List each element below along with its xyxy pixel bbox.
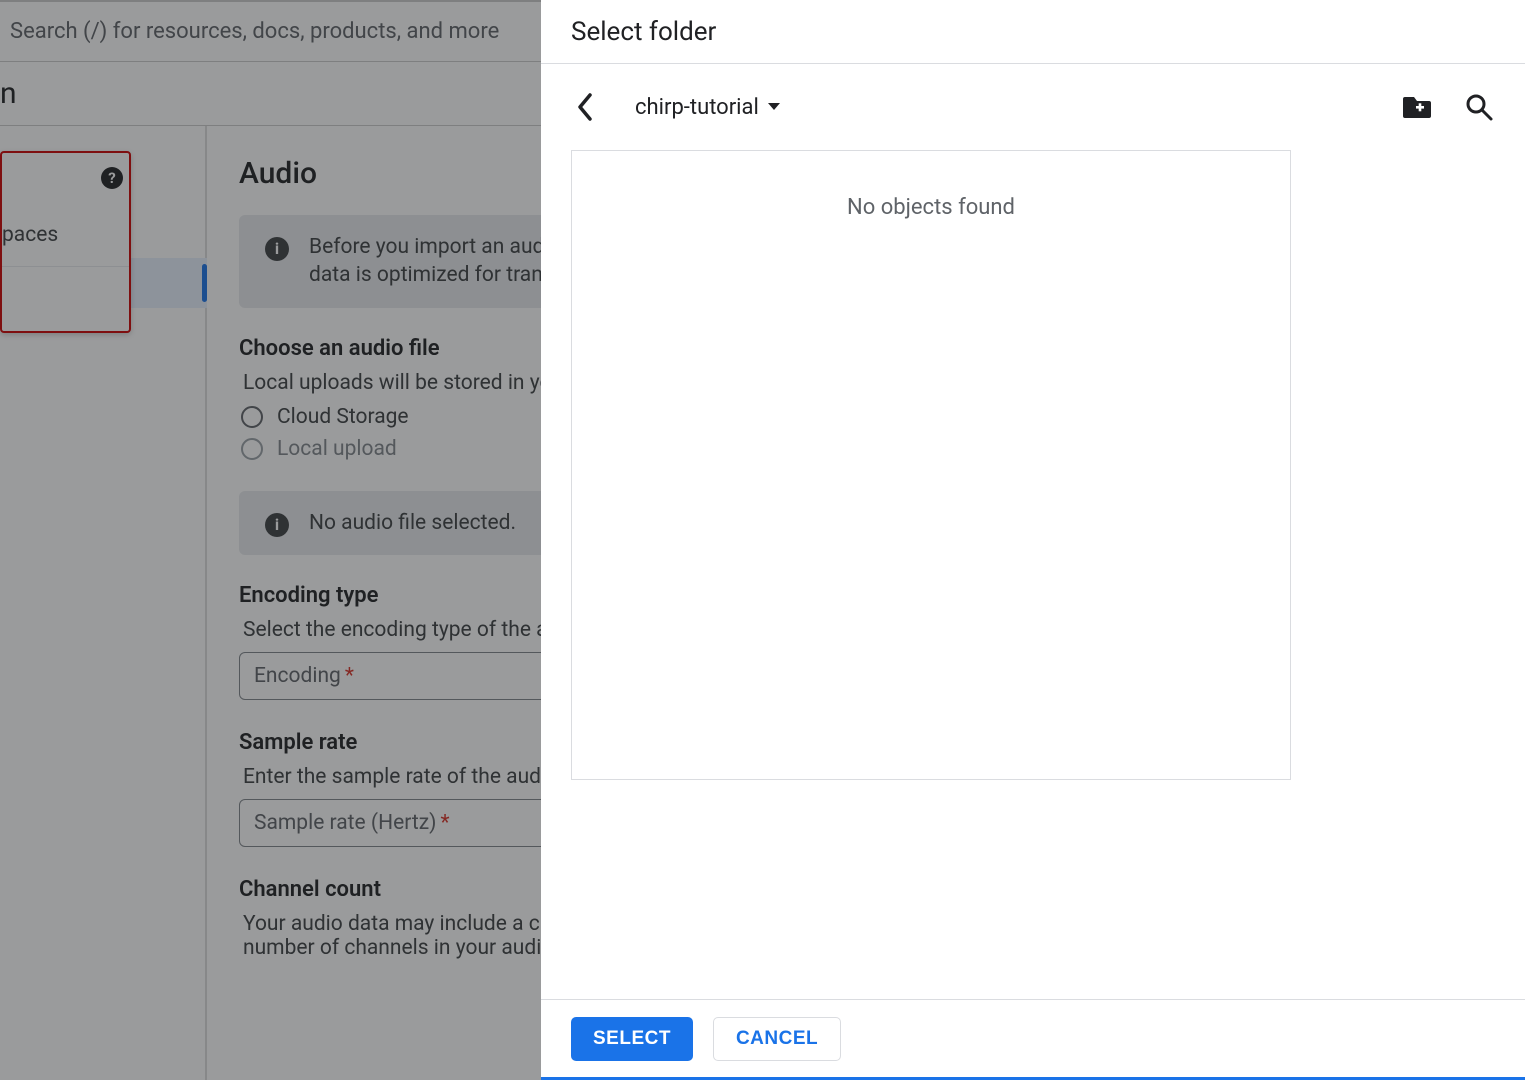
- modal-title-text: Select folder: [571, 17, 716, 47]
- search-button[interactable]: [1457, 85, 1501, 129]
- select-button[interactable]: SELECT: [571, 1017, 693, 1061]
- back-button[interactable]: [563, 85, 607, 129]
- chevron-left-icon: [576, 93, 594, 121]
- empty-state-text: No objects found: [847, 195, 1015, 220]
- cancel-button[interactable]: CANCEL: [713, 1017, 841, 1061]
- breadcrumb-current[interactable]: chirp-tutorial: [635, 95, 781, 120]
- folder-list: No objects found: [571, 150, 1291, 780]
- select-folder-panel: Select folder chirp-tutorial No objects …: [541, 0, 1525, 1080]
- folder-plus-icon: [1402, 94, 1432, 120]
- modal-title: Select folder: [541, 0, 1525, 64]
- new-folder-button[interactable]: [1395, 85, 1439, 129]
- modal-toolbar: chirp-tutorial: [541, 64, 1525, 150]
- caret-down-icon: [767, 102, 781, 112]
- modal-body: No objects found: [541, 150, 1525, 999]
- search-icon: [1464, 92, 1494, 122]
- breadcrumb-label: chirp-tutorial: [635, 95, 759, 120]
- modal-footer: SELECT CANCEL: [541, 999, 1525, 1077]
